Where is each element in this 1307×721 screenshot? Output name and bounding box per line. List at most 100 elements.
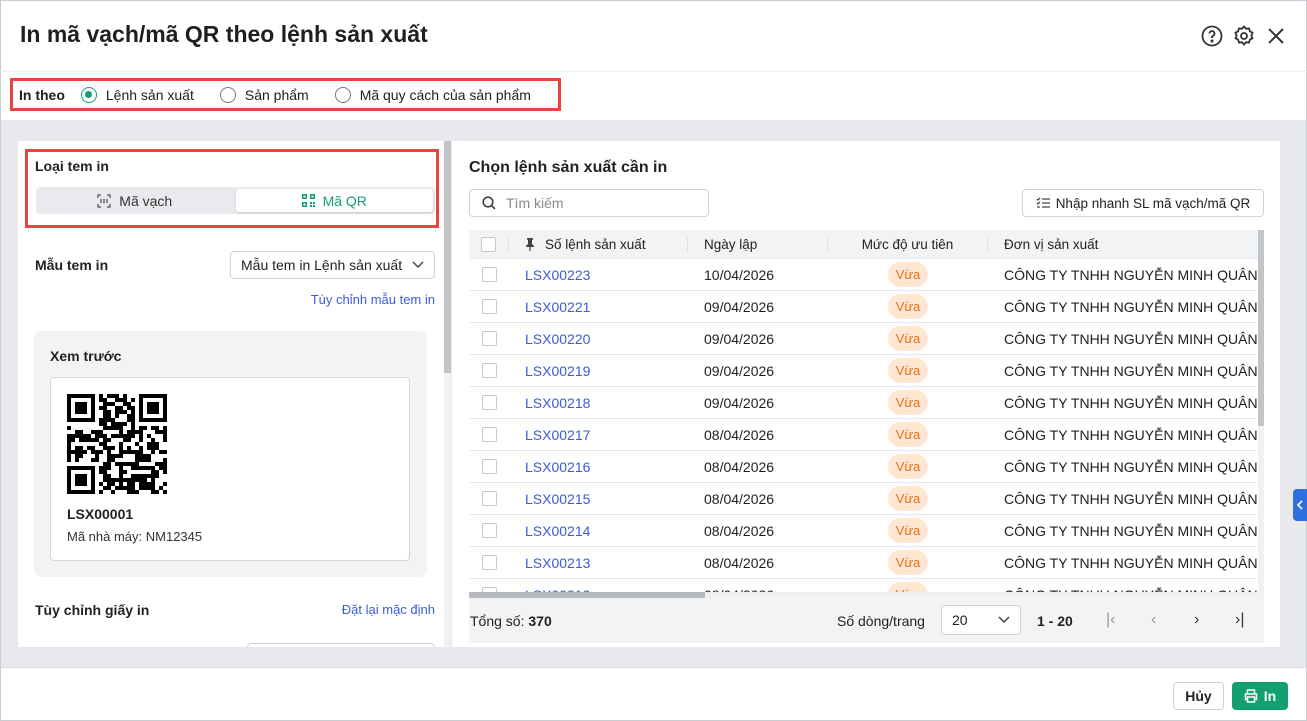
reset-default-link[interactable]: Đặt lại mặc định [342, 602, 435, 617]
collapse-panel-button[interactable] [1293, 489, 1307, 521]
order-link[interactable]: LSX00221 [525, 299, 590, 315]
row-checkbox[interactable] [481, 363, 497, 378]
priority-cell: Vừa [828, 294, 988, 319]
priority-cell: Vừa [828, 550, 988, 575]
table-row[interactable]: LSX00214 08/04/2026 Vừa CÔNG TY TNHH NGU… [469, 515, 1258, 547]
header-order-no[interactable]: Số lệnh sản xuất [509, 236, 688, 252]
table-row[interactable]: LSX00216 08/04/2026 Vừa CÔNG TY TNHH NGU… [469, 451, 1258, 483]
unit-cell: CÔNG TY TNHH NGUYỄN MINH QUÂN [1004, 266, 1258, 283]
table-row[interactable]: LSX00217 08/04/2026 Vừa CÔNG TY TNHH NGU… [469, 419, 1258, 451]
order-link[interactable]: LSX00215 [525, 491, 590, 507]
row-checkbox-cell [469, 267, 509, 282]
table-vertical-scrollbar[interactable] [1258, 230, 1264, 598]
row-checkbox[interactable] [481, 331, 497, 346]
order-link[interactable]: LSX00219 [525, 363, 590, 379]
barcode-scan-icon [97, 193, 111, 208]
table-row[interactable]: LSX00223 10/04/2026 Vừa CÔNG TY TNHH NGU… [469, 259, 1258, 291]
preview-box: Xem trước LSX00001 Mã nhà máy: NM12345 [34, 331, 427, 577]
order-link[interactable]: LSX00223 [525, 267, 590, 283]
row-checkbox[interactable] [481, 459, 497, 474]
column-label: Số lệnh sản xuất [545, 236, 646, 252]
next-page-icon[interactable]: › [1194, 611, 1199, 629]
row-checkbox[interactable] [481, 555, 497, 570]
row-checkbox[interactable] [481, 395, 497, 410]
unit-cell: CÔNG TY TNHH NGUYỄN MINH QUÂN [1004, 458, 1258, 475]
total-count: 370 [528, 612, 552, 629]
table-row[interactable]: LSX00221 09/04/2026 Vừa CÔNG TY TNHH NGU… [469, 291, 1258, 323]
first-page-icon[interactable]: |‹ [1106, 611, 1115, 629]
search-placeholder: Tìm kiếm [506, 195, 564, 211]
row-checkbox[interactable] [481, 299, 497, 314]
priority-cell: Vừa [828, 358, 988, 383]
template-select[interactable]: Mẫu tem in Lệnh sản xuất [230, 251, 435, 279]
quick-entry-button[interactable]: Nhập nhanh SL mã vạch/mã QR [1022, 189, 1264, 217]
close-icon[interactable] [1264, 24, 1288, 48]
date-cell: 09/04/2026 [704, 394, 775, 411]
chevron-left-icon [1297, 500, 1303, 510]
table-row[interactable]: LSX00213 08/04/2026 Vừa CÔNG TY TNHH NGU… [469, 547, 1258, 579]
table-row[interactable]: LSX00219 09/04/2026 Vừa CÔNG TY TNHH NGU… [469, 355, 1258, 387]
left-scrollbar[interactable] [444, 141, 451, 647]
qr-option[interactable]: Mã QR [235, 189, 433, 212]
order-link[interactable]: LSX00220 [525, 331, 590, 347]
date-cell: 10/04/2026 [704, 266, 775, 283]
radio-label: Lệnh sản xuất [105, 86, 194, 103]
header-priority[interactable]: Mức độ ưu tiên [828, 236, 988, 252]
rows-per-page-select[interactable]: 20 [941, 605, 1021, 635]
date-cell: 08/04/2026 [704, 426, 775, 443]
order-link[interactable]: LSX00213 [525, 555, 590, 571]
template-value: Mẫu tem in Lệnh sản xuất [241, 257, 403, 273]
barcode-option[interactable]: Mã vạch [36, 187, 234, 214]
option-label: Mã vạch [119, 192, 173, 209]
radio-production-order[interactable]: Lệnh sản xuất [80, 86, 194, 103]
order-no-cell: LSX00218 [509, 395, 688, 411]
search-icon [482, 196, 496, 210]
radio-product-spec[interactable]: Mã quy cách của sản phẩm [334, 86, 531, 103]
header-unit[interactable]: Đơn vị sản xuất [988, 237, 1258, 252]
date-cell: 09/04/2026 [704, 330, 775, 347]
pin-icon[interactable] [525, 237, 535, 251]
prev-page-icon[interactable]: ‹ [1151, 611, 1156, 629]
gear-icon[interactable] [1232, 24, 1256, 48]
priority-badge: Vừa [887, 486, 929, 511]
row-checkbox-cell [469, 459, 509, 474]
priority-badge: Vừa [887, 518, 929, 543]
order-link[interactable]: LSX00214 [525, 523, 590, 539]
priority-badge: Vừa [887, 390, 929, 415]
header-date[interactable]: Ngày lập [688, 236, 828, 252]
help-icon[interactable] [1200, 24, 1224, 48]
unit-cell: CÔNG TY TNHH NGUYỄN MINH QUÂN [1004, 554, 1258, 571]
order-no-cell: LSX00213 [509, 555, 688, 571]
table-row[interactable]: LSX00218 09/04/2026 Vừa CÔNG TY TNHH NGU… [469, 387, 1258, 419]
select-all-checkbox[interactable] [481, 236, 496, 252]
last-page-icon[interactable]: ›| [1235, 611, 1244, 629]
search-input[interactable]: Tìm kiếm [469, 189, 709, 217]
row-checkbox[interactable] [481, 267, 497, 282]
order-no-cell: LSX00220 [509, 331, 688, 347]
radio-product[interactable]: Sản phẩm [219, 86, 309, 103]
date-cell: 09/04/2026 [704, 362, 775, 379]
row-checkbox-cell [469, 331, 509, 346]
order-link[interactable]: LSX00216 [525, 459, 590, 475]
production-order-table: Số lệnh sản xuất Ngày lập Mức độ ưu tiên… [469, 230, 1258, 598]
paper-select[interactable] [247, 643, 435, 647]
preview-code: LSX00001 [67, 506, 134, 522]
print-button[interactable]: In [1232, 682, 1288, 710]
row-checkbox[interactable] [481, 427, 497, 442]
radio-icon [334, 86, 351, 103]
row-checkbox[interactable] [481, 523, 497, 538]
order-link[interactable]: LSX00217 [525, 427, 590, 443]
cancel-button[interactable]: Hủy [1173, 682, 1224, 710]
order-no-cell: LSX00221 [509, 299, 688, 315]
row-checkbox[interactable] [481, 491, 497, 506]
unit-cell: CÔNG TY TNHH NGUYỄN MINH QUÂN [1004, 394, 1258, 411]
priority-cell: Vừa [828, 518, 988, 543]
chevron-down-icon [412, 261, 424, 269]
table-row[interactable]: LSX00215 08/04/2026 Vừa CÔNG TY TNHH NGU… [469, 483, 1258, 515]
order-link[interactable]: LSX00218 [525, 395, 590, 411]
priority-badge: Vừa [887, 262, 929, 287]
date-cell: 08/04/2026 [704, 554, 775, 571]
priority-badge: Vừa [887, 550, 929, 575]
customize-template-link[interactable]: Tùy chỉnh mẫu tem in [311, 292, 435, 307]
table-row[interactable]: LSX00220 09/04/2026 Vừa CÔNG TY TNHH NGU… [469, 323, 1258, 355]
